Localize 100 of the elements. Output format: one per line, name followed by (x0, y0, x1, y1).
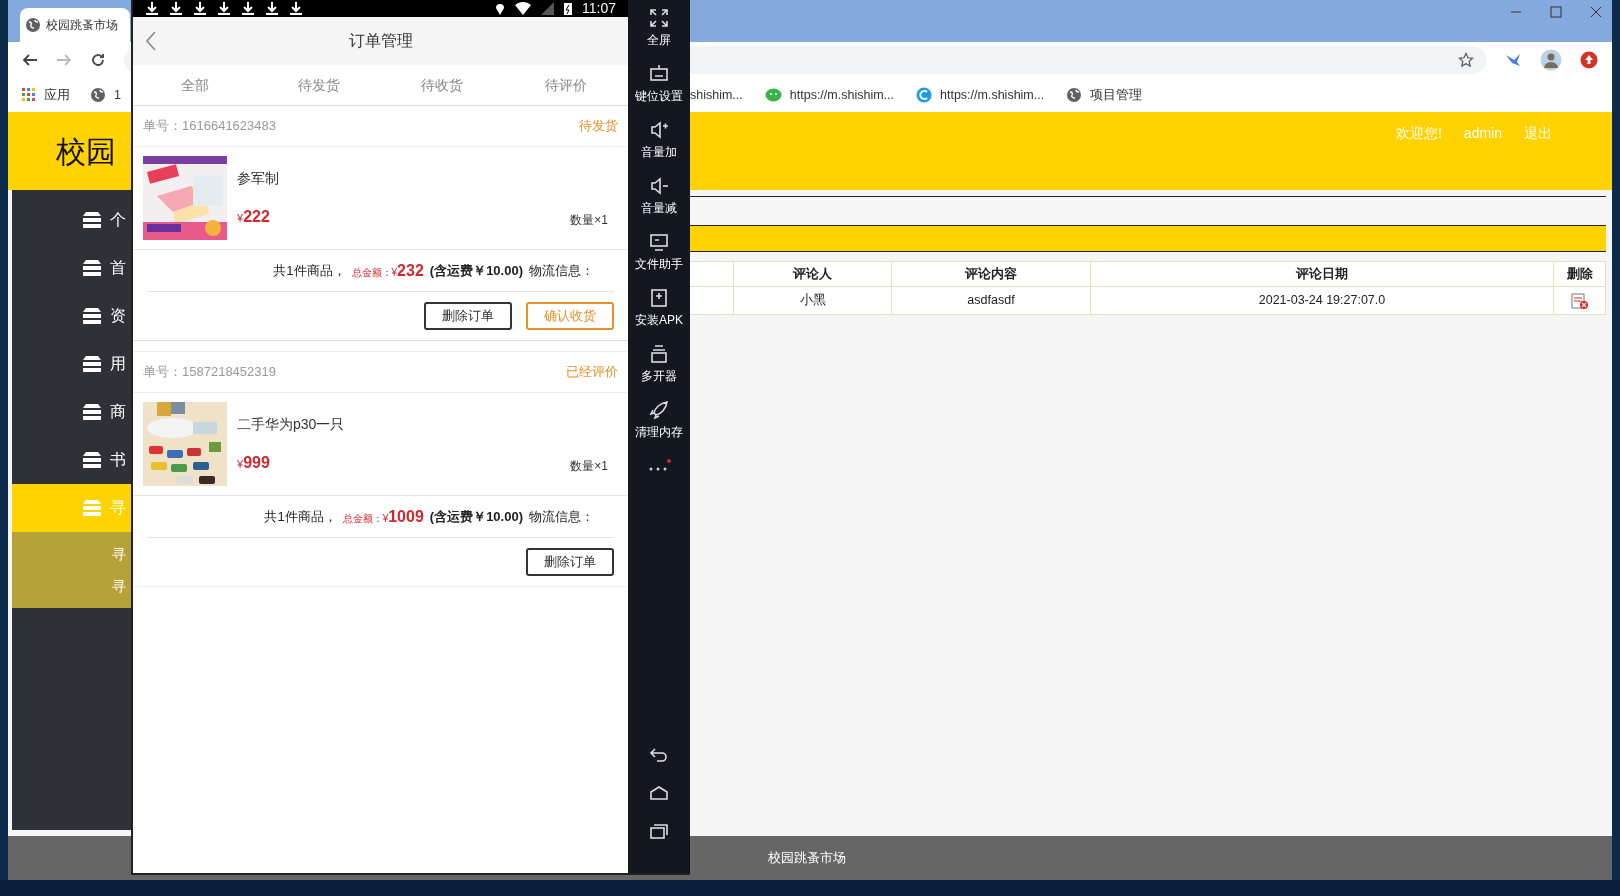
bookmark-link[interactable]: https://m.shishim... (764, 85, 894, 105)
total-amount: 总金额：¥1009 (342, 506, 424, 527)
item-count-text: 共1件商品， (264, 507, 337, 526)
maximize-icon[interactable] (1550, 6, 1562, 18)
order-action-button[interactable]: 删除订单 (526, 548, 614, 576)
wifi-icon (515, 2, 531, 15)
emulator-tool-button[interactable]: 全屏 (628, 0, 690, 56)
layers-icon (82, 212, 102, 228)
sidebar-item[interactable]: 个 (12, 196, 131, 244)
sidebar-item[interactable]: 商 (12, 388, 131, 436)
order-tab[interactable]: 待评价 (504, 74, 628, 96)
bookmark-link[interactable]: 应用 (22, 85, 70, 105)
emulator-tool-button[interactable]: 键位设置 (628, 56, 690, 112)
monitor-icon (649, 231, 669, 252)
layers-icon (82, 356, 102, 372)
rocket-icon (649, 399, 669, 420)
page-title: 订单管理 (348, 31, 413, 51)
order-action-button[interactable]: 删除订单 (424, 302, 512, 330)
order-tab[interactable]: 全部 (133, 74, 257, 96)
layers-icon (82, 500, 102, 516)
order-status: 已经评价 (566, 363, 618, 382)
sidebar-item[interactable]: 书 (12, 436, 131, 484)
download-icon (265, 2, 279, 15)
logistics-label: 物流信息： (529, 261, 594, 280)
layers-icon (82, 260, 102, 276)
emulator-tool-button[interactable]: 音量减 (628, 168, 690, 224)
emulator-tool-button[interactable]: 清理内存 (628, 392, 690, 448)
c-logo-icon (916, 87, 932, 103)
speaker-minus-icon (649, 175, 669, 196)
sidebar-item[interactable]: 首 (12, 244, 131, 292)
download-icon (289, 2, 303, 15)
reload-icon[interactable] (90, 52, 106, 68)
apps-grid-icon (22, 88, 36, 102)
chat-bubble-icon (764, 87, 782, 103)
table-cell: asdfasdf (891, 286, 1091, 315)
download-icon (241, 2, 255, 15)
quantity-text: 数量×1 (570, 457, 608, 475)
expand-arrows-icon (649, 7, 669, 28)
avatar-icon[interactable] (1540, 49, 1562, 71)
layers-icon (82, 308, 102, 324)
emulator-tool-button[interactable]: 文件助手 (628, 224, 690, 280)
close-icon[interactable] (1590, 6, 1602, 18)
table-header: 评论内容 (891, 261, 1091, 287)
emulator-tool-button[interactable]: 多开器 (628, 336, 690, 392)
order-number: 单号：1587218452319 (143, 363, 276, 382)
product-price: ¥222 (237, 206, 270, 227)
browser-tab[interactable]: 校园跳蚤市场 (20, 8, 130, 42)
total-amount: 总金额：¥232 (351, 260, 424, 281)
stacked-windows-icon (649, 343, 669, 364)
shipping-fee-text: (含运费￥10.00) (429, 261, 523, 280)
speaker-plus-icon (649, 119, 669, 140)
download-icon (217, 2, 231, 15)
sidebar-item[interactable]: 用 (12, 340, 131, 388)
order-number: 单号：1616641623483 (143, 117, 276, 136)
signal-icon (541, 2, 554, 15)
globe-icon (1066, 87, 1083, 103)
layers-icon (82, 404, 102, 420)
item-count-text: 共1件商品， (273, 261, 346, 280)
table-header: 评论人 (733, 261, 892, 287)
logistics-label: 物流信息： (529, 507, 594, 526)
delete-icon[interactable] (1570, 291, 1589, 310)
more-dots-icon[interactable] (647, 459, 671, 473)
welcome-text: 欢迎您! (1395, 123, 1442, 143)
emulator-tool-button[interactable]: 音量加 (628, 112, 690, 168)
download-icon (145, 2, 159, 15)
table-header: 评论日期 (1090, 261, 1554, 287)
globe-icon (25, 17, 41, 33)
product-price: ¥999 (237, 452, 270, 473)
back-arrow-icon[interactable] (22, 52, 38, 68)
bookmark-link[interactable]: 项目管理 (1066, 85, 1143, 105)
star-icon[interactable] (1458, 52, 1474, 68)
order-status: 待发货 (579, 117, 618, 136)
layers-icon (82, 452, 102, 468)
table-header: 删除 (1553, 261, 1606, 287)
order-tab[interactable]: 待发货 (256, 74, 381, 96)
apk-package-icon (649, 287, 669, 308)
product-name[interactable]: 二手华为p30一只 (237, 413, 618, 435)
home-icon[interactable] (649, 785, 669, 801)
footer-text: 校园跳蚤市场 (768, 849, 846, 868)
order-tab[interactable]: 待收货 (380, 74, 505, 96)
upload-extension-icon[interactable] (1580, 51, 1598, 69)
bookmark-link[interactable]: https://m.shishim... (916, 85, 1045, 105)
globe-icon (90, 87, 106, 103)
bookmark-link[interactable]: 1 (90, 85, 121, 105)
site-logo: 校园 (56, 133, 116, 170)
back-chevron-icon[interactable] (145, 31, 157, 51)
product-name[interactable]: 参军制 (237, 167, 618, 189)
table-cell: 小黑 (733, 286, 892, 315)
back-icon[interactable] (649, 747, 669, 763)
table-cell: 2021-03-24 19:27:07.0 (1090, 286, 1554, 315)
sidebar-item[interactable]: 资 (12, 292, 131, 340)
shipping-fee-text: (含运费￥10.00) (429, 507, 523, 526)
recent-apps-icon[interactable] (649, 823, 669, 839)
bookmark-link[interactable]: shishim... (690, 85, 743, 105)
keyboard-icon (649, 63, 669, 84)
quantity-text: 数量×1 (570, 211, 608, 229)
clock-text: 11:07 (582, 0, 616, 18)
emulator-tool-button[interactable]: 安装APK (628, 280, 690, 336)
location-icon (495, 2, 505, 15)
download-icon (169, 2, 183, 15)
